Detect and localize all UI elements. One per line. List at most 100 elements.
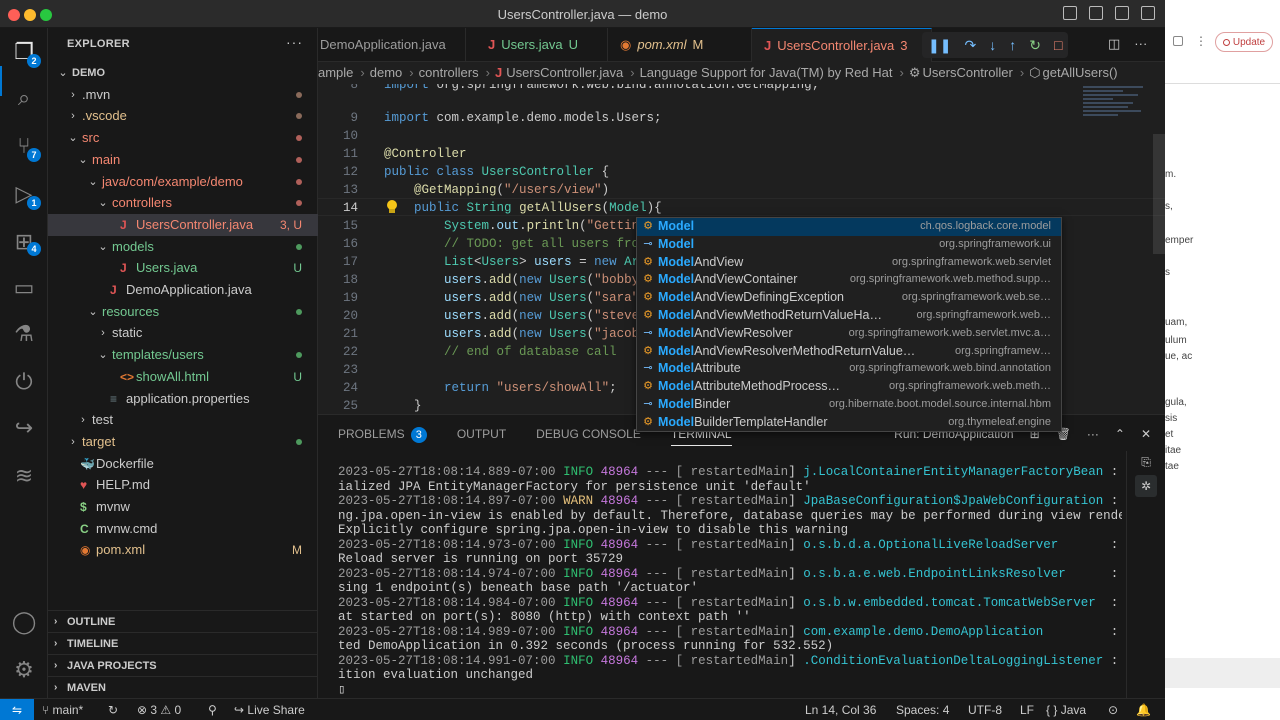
section-outline[interactable]: › OUTLINE <box>48 610 318 632</box>
step-into-icon[interactable]: ↓ <box>989 37 996 53</box>
toggle-secondary-sidebar-icon[interactable] <box>1115 6 1129 20</box>
toggle-panel-icon[interactable] <box>1089 6 1103 20</box>
split-editor-icon[interactable]: ◫ <box>1108 36 1120 52</box>
tree-item[interactable]: J Users.java U <box>48 257 318 279</box>
explorer-more-icon[interactable]: ··· <box>286 34 303 50</box>
step-out-icon[interactable]: ↑ <box>1009 37 1016 53</box>
section-java-projects[interactable]: › JAVA PROJECTS <box>48 654 318 676</box>
bottom-panel: PROBLEMS 3 OUTPUT DEBUG CONSOLE TERMINAL … <box>318 414 1165 699</box>
remote-indicator-icon[interactable]: ⇋ <box>0 699 34 720</box>
tree-item[interactable]: J UsersController.java 3, U <box>48 213 318 236</box>
tab-userscontroller-java[interactable]: J UsersController.java 3 <box>752 28 932 62</box>
tree-item[interactable]: ⌄ main <box>48 149 318 171</box>
testing-icon[interactable]: ⚗ <box>10 320 38 348</box>
section-maven[interactable]: › MAVEN <box>48 676 318 698</box>
tree-item[interactable]: ⌄ java/com/example/demo <box>48 171 318 193</box>
suggestion-item[interactable]: ⚙ ModelAndView org.springframework.web.ser… <box>637 254 1061 272</box>
restart-icon[interactable]: ↻ <box>1029 37 1041 54</box>
breadcrumb-item[interactable]: controllers <box>419 65 479 80</box>
search-icon[interactable]: ⌕ <box>10 84 38 112</box>
tab-users-java[interactable]: J Users.java U <box>476 28 608 62</box>
maximize-panel-icon[interactable]: ⌃ <box>1115 427 1125 441</box>
tree-item[interactable]: ⌄ models <box>48 236 318 258</box>
spring-boot-icon[interactable]: ⏻ <box>10 368 38 396</box>
minimap[interactable] <box>1083 84 1153 144</box>
suggestion-item[interactable]: ⚙ ModelAttributeMethodProcess… org.springf… <box>637 378 1061 396</box>
lightbulb-icon[interactable] <box>386 200 398 214</box>
breadcrumb-item[interactable]: Language Support for Java(TM) by Red Hat <box>640 65 893 80</box>
indentation[interactable]: Spaces: 4 <box>896 699 949 720</box>
tree-item[interactable]: J DemoApplication.java <box>48 279 318 301</box>
tree-item[interactable]: ⌄ controllers <box>48 192 318 214</box>
suggestion-item[interactable]: ⊸ ModelBinder org.hibernate.boot.model.sou… <box>637 396 1061 414</box>
update-button[interactable]: Update <box>1215 32 1273 52</box>
terminal-debug-icon[interactable]: ✲ <box>1135 475 1157 497</box>
suggestion-item[interactable]: ⊸ ModelAndViewResolver org.springframework… <box>637 325 1061 343</box>
suggestion-item[interactable]: ⊸ Model org.springframework.ui <box>637 236 1061 254</box>
tree-item[interactable]: $ mvnw <box>48 496 318 518</box>
breadcrumb-item[interactable]: UsersController.java <box>506 65 623 80</box>
cursor-position[interactable]: Ln 14, Col 36 <box>805 699 876 720</box>
tree-item[interactable]: › .mvn <box>48 84 318 106</box>
tree-item[interactable]: <> showAll.html U <box>48 366 318 388</box>
encoding[interactable]: UTF-8 <box>968 699 1002 720</box>
breadcrumb-item[interactable]: demo <box>370 65 403 80</box>
git-branch[interactable]: ⑂ main* <box>42 699 83 720</box>
tree-item[interactable]: › .vscode <box>48 105 318 127</box>
terminal-output[interactable]: 2023-05-27T18:08:14.889-07:00 INFO 48964… <box>338 465 1122 697</box>
more-icon[interactable]: ⋮ <box>1195 34 1207 48</box>
settings-gear-icon[interactable]: ⚙ <box>10 656 38 684</box>
tree-item[interactable]: ♥ HELP.md <box>48 474 318 496</box>
tree-item[interactable]: Cmvnw.cmd <box>48 518 318 540</box>
editor-more-icon[interactable]: ··· <box>1134 36 1147 52</box>
terminal-shell-icon[interactable]: ⎘ <box>1135 451 1157 473</box>
suggestion-item[interactable]: ⚙ ModelAndViewDefiningException org.spring… <box>637 289 1061 307</box>
tree-item[interactable]: ⌄ templates/users <box>48 344 318 366</box>
breadcrumb-item[interactable]: getAllUsers() <box>1043 65 1118 80</box>
problems-status[interactable]: ⊗ 3 ⚠ 0 <box>137 699 181 720</box>
language-mode[interactable]: { } Java <box>1046 699 1086 720</box>
stop-icon[interactable]: □ <box>1054 37 1062 53</box>
tree-item[interactable]: ⌄ DEMO <box>48 62 318 84</box>
tree-item[interactable]: › target <box>48 431 318 453</box>
suggestion-item[interactable]: ⚙ ModelAndViewMethodReturnValueHa… org.spr… <box>637 307 1061 325</box>
tree-item[interactable]: ◉ pom.xml M <box>48 539 318 561</box>
tree-item[interactable]: ⌄ resources <box>48 301 318 323</box>
suggestion-item[interactable]: ⚙ ModelAndViewContainer org.springframewor… <box>637 271 1061 289</box>
tab-pom-xml[interactable]: ◉ pom.xml M <box>608 28 752 62</box>
sidebar-toggle-icon[interactable] <box>1173 36 1183 46</box>
tree-item[interactable]: ≡ application.properties <box>48 388 318 410</box>
suggestion-item[interactable]: ⊸ ModelAttribute org.springframework.web.b… <box>637 360 1061 378</box>
tab-output[interactable]: OUTPUT <box>457 427 506 446</box>
toggle-sidebar-icon[interactable] <box>1063 6 1077 20</box>
tab-debug-console[interactable]: DEBUG CONSOLE <box>536 427 641 446</box>
tree-item[interactable]: › test <box>48 409 318 431</box>
step-over-icon[interactable]: ↷ <box>964 37 976 54</box>
breadcrumb-item[interactable]: ample <box>318 65 353 80</box>
customize-layout-icon[interactable] <box>1141 6 1155 20</box>
ports-icon[interactable]: ⚲ <box>208 699 217 720</box>
pause-icon[interactable]: ❚❚ <box>928 37 951 54</box>
docker-icon[interactable]: ≋ <box>10 462 38 490</box>
spring-status-icon[interactable]: ⊙ <box>1108 699 1118 720</box>
notifications-icon[interactable]: 🔔 <box>1136 699 1151 720</box>
suggestion-item[interactable]: ⚙ Model ch.qos.logback.core.model <box>637 218 1061 236</box>
tab-problems[interactable]: PROBLEMS 3 <box>338 427 427 446</box>
tree-item[interactable]: › static <box>48 322 318 344</box>
tree-item[interactable]: ⌄ src <box>48 127 318 149</box>
section-timeline[interactable]: › TIMELINE <box>48 632 318 654</box>
tab-demoapplication-java[interactable]: DemoApplication.java <box>308 28 466 62</box>
end-of-line[interactable]: LF <box>1020 699 1034 720</box>
suggestion-item[interactable]: ⚙ ModelAndViewResolverMethodReturnValue… o… <box>637 343 1061 361</box>
live-share-icon[interactable]: ↪ <box>10 414 38 442</box>
live-share-status[interactable]: ↪ Live Share <box>234 699 305 720</box>
suggestion-item[interactable]: ⚙ ModelBuilderTemplateHandler org.thymelea… <box>637 414 1061 431</box>
close-panel-icon[interactable]: ✕ <box>1141 427 1151 441</box>
panel-more-icon[interactable]: ··· <box>1087 427 1099 441</box>
editor-scrollbar[interactable] <box>1153 134 1165 254</box>
accounts-icon[interactable]: ◯ <box>10 608 38 636</box>
remote-explorer-icon[interactable]: ▭ <box>10 274 38 302</box>
tree-item[interactable]: 🐳 Dockerfile <box>48 453 318 475</box>
breadcrumb-item[interactable]: UsersController <box>923 65 1013 80</box>
sync-icon[interactable]: ↻ <box>108 699 118 720</box>
